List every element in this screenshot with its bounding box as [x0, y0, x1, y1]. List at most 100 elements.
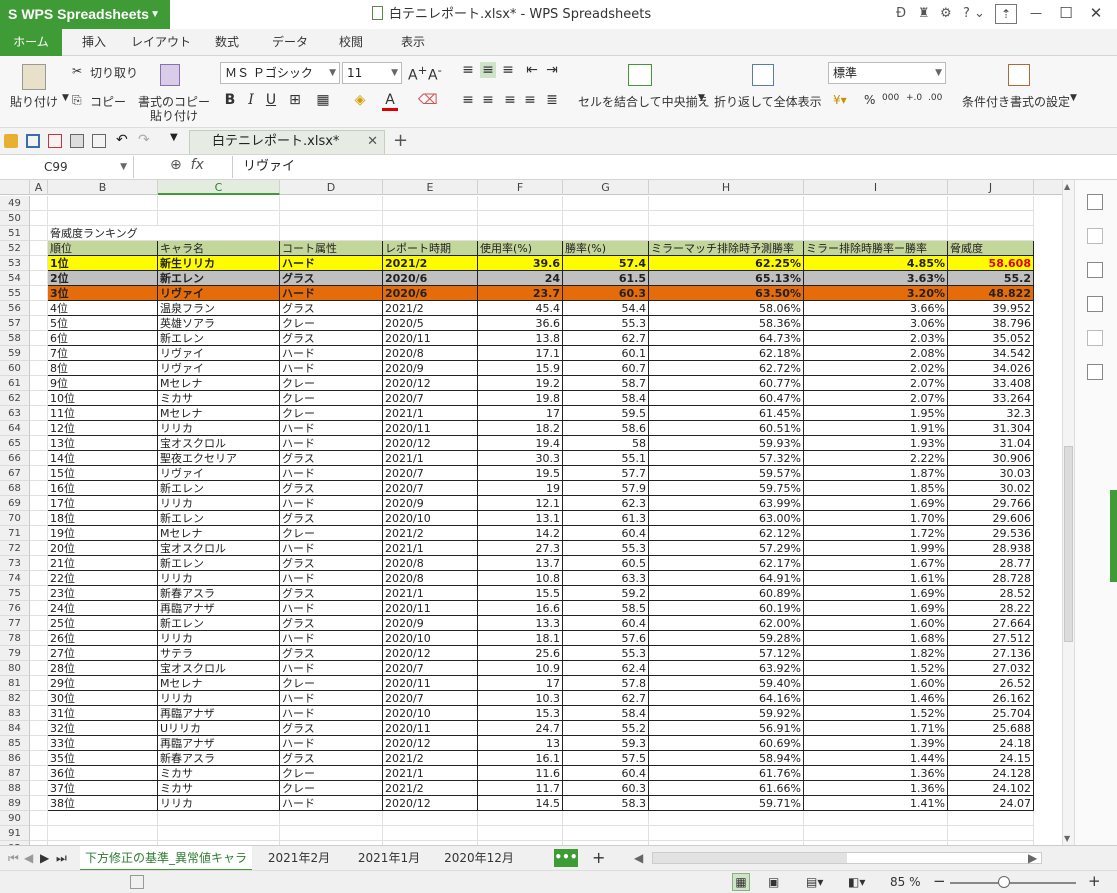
- grid-cell[interactable]: 10位: [48, 391, 158, 406]
- align-center-icon[interactable]: ≡: [480, 92, 496, 108]
- grid-cell[interactable]: [30, 496, 48, 511]
- grid-cell[interactable]: [948, 226, 1034, 241]
- grid-cell[interactable]: リヴァイ: [158, 361, 280, 376]
- grid-cell[interactable]: 再臨アナザ: [158, 736, 280, 751]
- grid-cell[interactable]: 58.06%: [649, 301, 804, 316]
- grid-cell[interactable]: 2021/2: [383, 781, 478, 796]
- grid-cell[interactable]: 33位: [48, 736, 158, 751]
- grid-cell[interactable]: 1.41%: [804, 796, 948, 811]
- grid-cell[interactable]: 1.91%: [804, 421, 948, 436]
- name-box[interactable]: C99 ▼: [0, 156, 134, 178]
- grid-cell[interactable]: 2020/6: [383, 271, 478, 286]
- grid-cell[interactable]: 62.3: [563, 496, 649, 511]
- grid-cell[interactable]: 48.822: [948, 286, 1034, 301]
- underline-icon[interactable]: U: [263, 92, 279, 108]
- grid-cell[interactable]: 12位: [48, 421, 158, 436]
- grid-cell[interactable]: 28位: [48, 661, 158, 676]
- grid-cell[interactable]: 28.22: [948, 601, 1034, 616]
- grid-cell[interactable]: [948, 811, 1034, 826]
- grid-cell[interactable]: 1.99%: [804, 541, 948, 556]
- grid-cell[interactable]: 1.68%: [804, 631, 948, 646]
- grid-cell[interactable]: 57.5: [563, 751, 649, 766]
- cell-style-icon[interactable]: ▦: [315, 92, 331, 108]
- grid-cell[interactable]: [649, 826, 804, 841]
- grid-cell[interactable]: 2020/12: [383, 736, 478, 751]
- row-header[interactable]: 80: [0, 661, 30, 676]
- grid-cell[interactable]: ハード: [280, 256, 383, 271]
- grid-cell[interactable]: ハード: [280, 571, 383, 586]
- restore-ribbon-icon[interactable]: ⇡: [995, 4, 1017, 24]
- grid-cell[interactable]: 30.906: [948, 451, 1034, 466]
- grid-cell[interactable]: 1.85%: [804, 481, 948, 496]
- grid-cell[interactable]: 1.67%: [804, 556, 948, 571]
- vertical-scroll-thumb[interactable]: [1064, 446, 1073, 642]
- grid-cell[interactable]: 10.9: [478, 661, 563, 676]
- column-header-g[interactable]: G: [563, 180, 649, 195]
- grid-cell[interactable]: 26.162: [948, 691, 1034, 706]
- row-header[interactable]: 78: [0, 631, 30, 646]
- close-button[interactable]: ✕: [1085, 4, 1107, 24]
- grid-cell[interactable]: 2021/2: [383, 526, 478, 541]
- grid-cell[interactable]: 18.2: [478, 421, 563, 436]
- grid-cell[interactable]: 59.75%: [649, 481, 804, 496]
- grid-cell[interactable]: 57.8: [563, 676, 649, 691]
- insert-function-button[interactable]: fx: [191, 157, 204, 173]
- grid-cell[interactable]: [280, 811, 383, 826]
- grid-cell[interactable]: [804, 226, 948, 241]
- grid-cell[interactable]: クレー: [280, 526, 383, 541]
- grid-cell[interactable]: クレー: [280, 391, 383, 406]
- grid-cell[interactable]: 60.77%: [649, 376, 804, 391]
- grid-cell[interactable]: 14.2: [478, 526, 563, 541]
- grid-cell[interactable]: [30, 646, 48, 661]
- formula-input[interactable]: リヴァイ: [232, 156, 1062, 178]
- grid-cell[interactable]: 12.1: [478, 496, 563, 511]
- grid-cell[interactable]: リリカ: [158, 571, 280, 586]
- grid-cell[interactable]: グラス: [280, 556, 383, 571]
- grid-cell[interactable]: リリカ: [158, 631, 280, 646]
- grid-cell[interactable]: 3.66%: [804, 301, 948, 316]
- grid-cell[interactable]: [158, 211, 280, 226]
- grid-cell[interactable]: キャラ名: [158, 241, 280, 256]
- grid-cell[interactable]: 19.5: [478, 466, 563, 481]
- grid-cell[interactable]: 2位: [48, 271, 158, 286]
- align-right-icon[interactable]: ≡: [502, 92, 518, 108]
- grid-cell[interactable]: 32.3: [948, 406, 1034, 421]
- grid-cell[interactable]: ミカサ: [158, 766, 280, 781]
- grid-cell[interactable]: [563, 226, 649, 241]
- pivot-icon[interactable]: [1087, 228, 1103, 244]
- grid-cell[interactable]: 2020/12: [383, 376, 478, 391]
- grid-cell[interactable]: 59.28%: [649, 631, 804, 646]
- grid-cell[interactable]: 27.032: [948, 661, 1034, 676]
- grid-cell[interactable]: 13.1: [478, 511, 563, 526]
- grid-cell[interactable]: 60.3: [563, 286, 649, 301]
- tab-data[interactable]: データ: [262, 29, 318, 56]
- grid-cell[interactable]: [383, 196, 478, 211]
- zoom-formula-icon[interactable]: ⊕: [170, 157, 182, 173]
- grid-cell[interactable]: 23位: [48, 586, 158, 601]
- grid-cell[interactable]: [280, 196, 383, 211]
- align-left-icon[interactable]: ≡: [460, 92, 476, 108]
- macro-record-icon[interactable]: [130, 875, 144, 889]
- row-header[interactable]: 67: [0, 466, 30, 481]
- grid-cell[interactable]: ミラー排除時勝率ー勝率: [804, 241, 948, 256]
- grid-cell[interactable]: 1.39%: [804, 736, 948, 751]
- grid-cell[interactable]: 11.7: [478, 781, 563, 796]
- font-size-select[interactable]: 11 ▼: [342, 62, 402, 84]
- grid-cell[interactable]: 57.7: [563, 466, 649, 481]
- grid-cell[interactable]: 58.6: [563, 421, 649, 436]
- grid-cell[interactable]: グラス: [280, 586, 383, 601]
- grid-cell[interactable]: 勝率(%): [563, 241, 649, 256]
- zoom-slider-knob[interactable]: [998, 876, 1010, 888]
- chevron-down-icon[interactable]: ▼: [1070, 93, 1077, 103]
- row-header[interactable]: 53: [0, 256, 30, 271]
- grid-cell[interactable]: 2020/7: [383, 691, 478, 706]
- row-header[interactable]: 85: [0, 736, 30, 751]
- grid-cell[interactable]: [280, 211, 383, 226]
- increase-font-icon[interactable]: A+: [408, 63, 427, 84]
- grid-cell[interactable]: 58.36%: [649, 316, 804, 331]
- grid-cell[interactable]: [804, 811, 948, 826]
- grid-cell[interactable]: 1.87%: [804, 466, 948, 481]
- grid-cell[interactable]: [30, 436, 48, 451]
- row-header[interactable]: 76: [0, 601, 30, 616]
- tab-formulas[interactable]: 数式: [202, 29, 252, 56]
